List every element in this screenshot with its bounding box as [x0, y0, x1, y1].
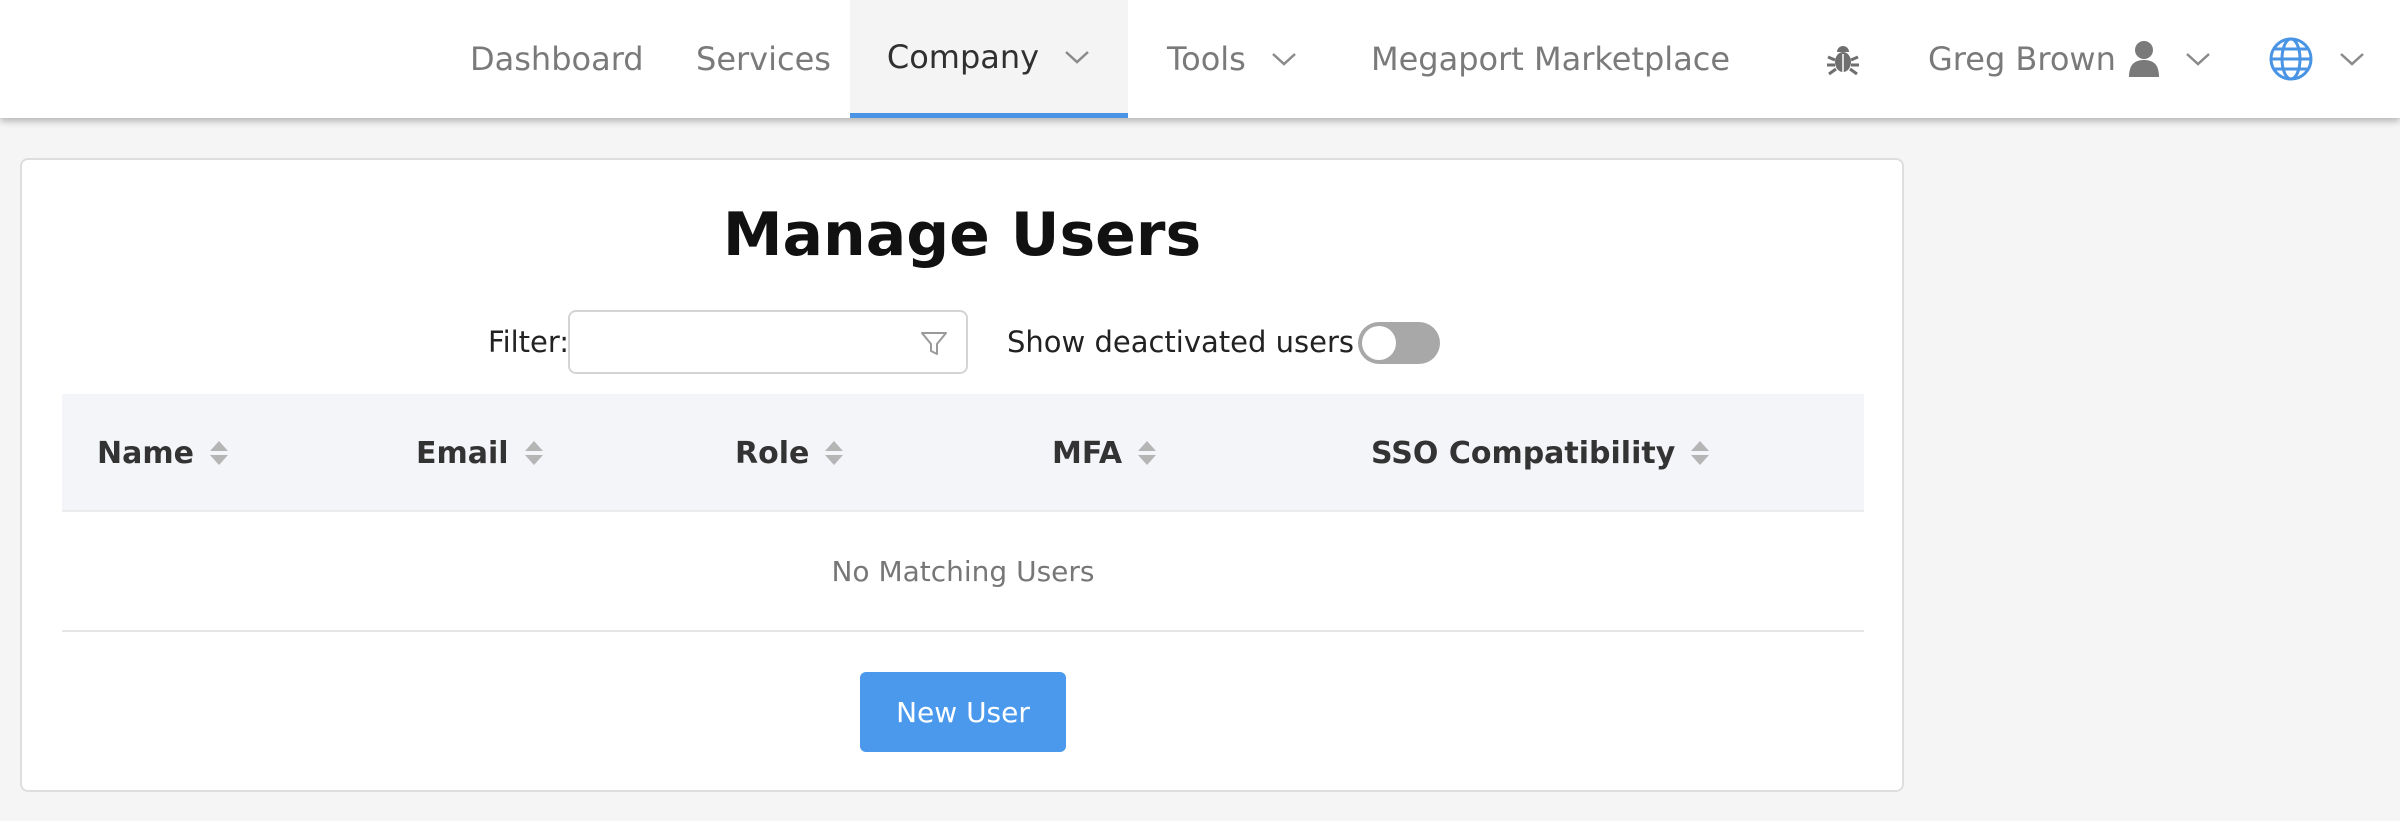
column-header-label: MFA	[1052, 435, 1123, 471]
nav-dashboard[interactable]: Dashboard	[470, 0, 644, 118]
manage-users-card: Manage Users Filter: Show deactivated us…	[20, 158, 1904, 792]
nav-services-label: Services	[696, 40, 831, 78]
empty-table-message: No Matching Users	[62, 512, 1864, 632]
nav-marketplace-label: Megaport Marketplace	[1371, 40, 1731, 78]
column-header-name[interactable]: Name	[97, 394, 230, 512]
toggle-knob	[1362, 326, 1396, 360]
language-menu[interactable]	[2268, 0, 2366, 118]
user-icon	[2128, 39, 2160, 79]
show-deactivated-label: Show deactivated users	[1007, 325, 1354, 359]
chevron-down-icon	[2338, 50, 2366, 68]
nav-company-label: Company	[886, 37, 1040, 76]
nav-services[interactable]: Services	[696, 0, 831, 118]
sort-icon	[208, 438, 230, 468]
chevron-down-icon	[1270, 50, 1298, 68]
page-title: Manage Users	[722, 200, 1202, 270]
column-header-label: Role	[735, 435, 810, 471]
nav-marketplace[interactable]: Megaport Marketplace	[1371, 0, 1730, 118]
sort-icon	[1689, 438, 1711, 468]
sort-icon	[523, 438, 545, 468]
funnel-icon	[920, 330, 948, 358]
bug-icon	[1824, 40, 1862, 78]
globe-icon	[2268, 36, 2314, 82]
users-table-header: Name Email Role MFA SSO Compatibility	[62, 394, 1864, 512]
column-header-label: Name	[97, 435, 194, 471]
column-header-mfa[interactable]: MFA	[1052, 394, 1158, 512]
filter-field[interactable]	[568, 310, 968, 374]
user-name: Greg Brown	[1928, 40, 2116, 78]
nav-dashboard-label: Dashboard	[470, 40, 644, 78]
show-deactivated-toggle[interactable]	[1358, 322, 1440, 364]
report-bug-button[interactable]	[1820, 0, 1866, 118]
filter-input[interactable]	[570, 312, 910, 370]
column-header-email[interactable]: Email	[416, 394, 545, 512]
column-header-label: SSO Compatibility	[1371, 435, 1676, 471]
column-header-label: Email	[416, 435, 509, 471]
nav-tools-label: Tools	[1167, 40, 1246, 78]
chevron-down-icon	[1063, 48, 1091, 66]
column-header-sso-compatibility[interactable]: SSO Compatibility	[1371, 394, 1711, 512]
top-nav: Dashboard Services Company Tools Megapor…	[0, 0, 2400, 118]
column-header-role[interactable]: Role	[735, 394, 845, 512]
user-menu[interactable]: Greg Brown	[1928, 0, 2212, 118]
sort-icon	[1136, 438, 1158, 468]
nav-tools[interactable]: Tools	[1167, 0, 1298, 118]
new-user-button[interactable]: New User	[860, 672, 1066, 752]
chevron-down-icon	[2184, 50, 2212, 68]
filter-label: Filter:	[488, 325, 570, 359]
nav-company[interactable]: Company	[850, 0, 1128, 118]
sort-icon	[823, 438, 845, 468]
filter-row: Filter: Show deactivated users	[22, 310, 1902, 374]
